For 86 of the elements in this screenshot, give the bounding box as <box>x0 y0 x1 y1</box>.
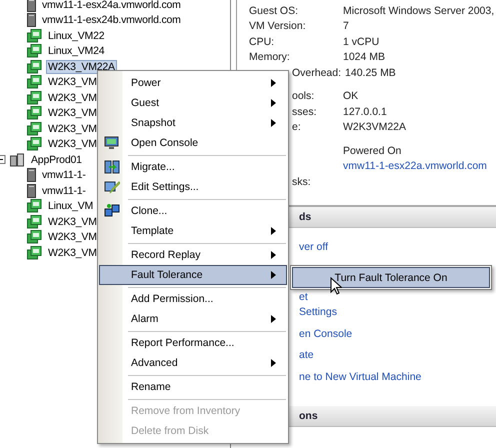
tree-item[interactable]: Linux_VM22 <box>46 28 106 43</box>
field-value: 127.0.0.1 <box>343 106 387 118</box>
menu-item[interactable]: Report Performance... <box>99 333 287 353</box>
virtual-machine-icon <box>27 137 42 152</box>
tree-item[interactable]: Linux_VM24 <box>46 44 106 58</box>
tree-item[interactable]: vmw11-1-esx24a.vmworld.com <box>40 0 183 12</box>
field-label: ools: <box>292 90 316 102</box>
tree-item[interactable]: AppProd01 <box>29 152 84 167</box>
field-value: 7 <box>343 20 349 32</box>
field-label: CPU: <box>249 36 276 48</box>
migrate-icon <box>104 159 120 175</box>
tree-item[interactable]: W2K3_VM <box>46 90 99 105</box>
field-value: 1 vCPU <box>343 36 380 48</box>
field-label: sses: <box>292 106 318 118</box>
submenu-arrow-icon <box>271 119 276 127</box>
menu-item[interactable]: Migrate... <box>99 157 287 177</box>
submenu-arrow-icon <box>271 271 276 279</box>
menu-item[interactable]: Snapshot <box>99 113 287 133</box>
host-link[interactable]: vmw11-1-esx22a.vmworld.com <box>343 160 487 172</box>
field-label: Overhead: <box>292 66 342 79</box>
field-value: OK <box>343 90 358 102</box>
command-link[interactable]: et <box>299 290 308 304</box>
field-value: 140.25 MB <box>345 66 396 79</box>
field-label: VM Version: <box>249 20 307 32</box>
tree-item[interactable]: W2K3_VM <box>46 246 99 260</box>
monitor-icon <box>104 135 120 151</box>
field-value: Microsoft Windows Server 2003, <box>343 4 494 17</box>
submenu-arrow-icon <box>271 315 276 323</box>
server-icon <box>27 13 36 28</box>
virtual-machine-icon <box>27 230 42 244</box>
clone-icon <box>104 203 120 219</box>
tree-item[interactable]: W2K3_VM <box>46 75 99 90</box>
menu-item[interactable]: Fault Tolerance <box>99 265 287 285</box>
tree-item[interactable]: W2K3_VM <box>46 214 99 229</box>
menu-item[interactable]: Turn Fault Tolerance On <box>292 267 490 288</box>
menu-item[interactable]: Guest <box>99 93 287 113</box>
command-link[interactable]: ne to New Virtual Machine <box>299 370 422 384</box>
menu-item[interactable]: Open Console <box>99 133 287 153</box>
submenu-arrow-icon <box>271 227 276 235</box>
virtual-machine-icon <box>27 44 42 58</box>
virtual-machine-icon <box>27 106 42 120</box>
tree-item[interactable]: W2K3_VM <box>46 122 99 136</box>
server-icon <box>27 184 36 198</box>
submenu-arrow-icon <box>271 79 276 87</box>
virtual-machine-icon <box>27 60 42 74</box>
tree-item[interactable]: vmw11-1- <box>40 168 88 182</box>
menu-item[interactable]: Add Permission... <box>99 289 287 309</box>
virtual-machine-icon <box>27 246 42 260</box>
tree-item[interactable]: W2K3_VM <box>46 106 99 120</box>
tree-item[interactable]: W2K3_VM <box>46 230 99 244</box>
menu-item[interactable]: Advanced <box>99 353 287 373</box>
tree-item[interactable]: vmw11-1- <box>40 184 88 198</box>
field-value: W2K3VM22A <box>343 121 406 134</box>
virtual-machine-icon <box>27 90 42 105</box>
field-label: Memory: <box>249 51 291 64</box>
menu-item[interactable]: Alarm <box>99 309 287 329</box>
server-icon <box>27 0 36 12</box>
cluster-icon <box>10 152 25 167</box>
field-value: 1024 MB <box>343 51 386 64</box>
field-label: sks: <box>292 176 312 188</box>
tree-item[interactable]: vmw11-1-esx24b.vmworld.com <box>40 13 183 28</box>
field-value: Powered On <box>343 144 402 157</box>
tree-item[interactable]: Linux_VM <box>46 199 96 214</box>
virtual-machine-icon <box>27 122 42 136</box>
collapse-icon[interactable] <box>0 155 6 164</box>
submenu-arrow-icon <box>271 99 276 107</box>
field-label: e: <box>292 121 302 134</box>
virtual-machine-icon <box>27 214 42 229</box>
command-link[interactable]: en Console <box>299 326 352 340</box>
menu-item[interactable]: Record Replay <box>99 245 287 265</box>
submenu-arrow-icon <box>271 359 276 367</box>
virtual-machine-icon <box>27 199 42 214</box>
submenu-arrow-icon <box>271 251 276 259</box>
command-link[interactable]: ver off <box>299 240 328 254</box>
command-link[interactable]: Settings <box>299 305 337 319</box>
tree-item[interactable]: W2K3_VM22A <box>46 60 117 74</box>
field-label: Guest OS: <box>249 4 300 17</box>
pencil-icon <box>104 179 120 195</box>
virtual-machine-icon <box>27 75 42 90</box>
virtual-machine-icon <box>27 28 42 43</box>
menu-item[interactable]: Power <box>99 73 287 93</box>
menu-item[interactable]: Edit Settings... <box>99 177 287 197</box>
menu-item[interactable]: Rename <box>99 377 287 397</box>
command-link[interactable]: ate <box>299 348 314 362</box>
server-icon <box>27 168 36 182</box>
tree-item[interactable]: W2K3_VM <box>46 137 99 152</box>
